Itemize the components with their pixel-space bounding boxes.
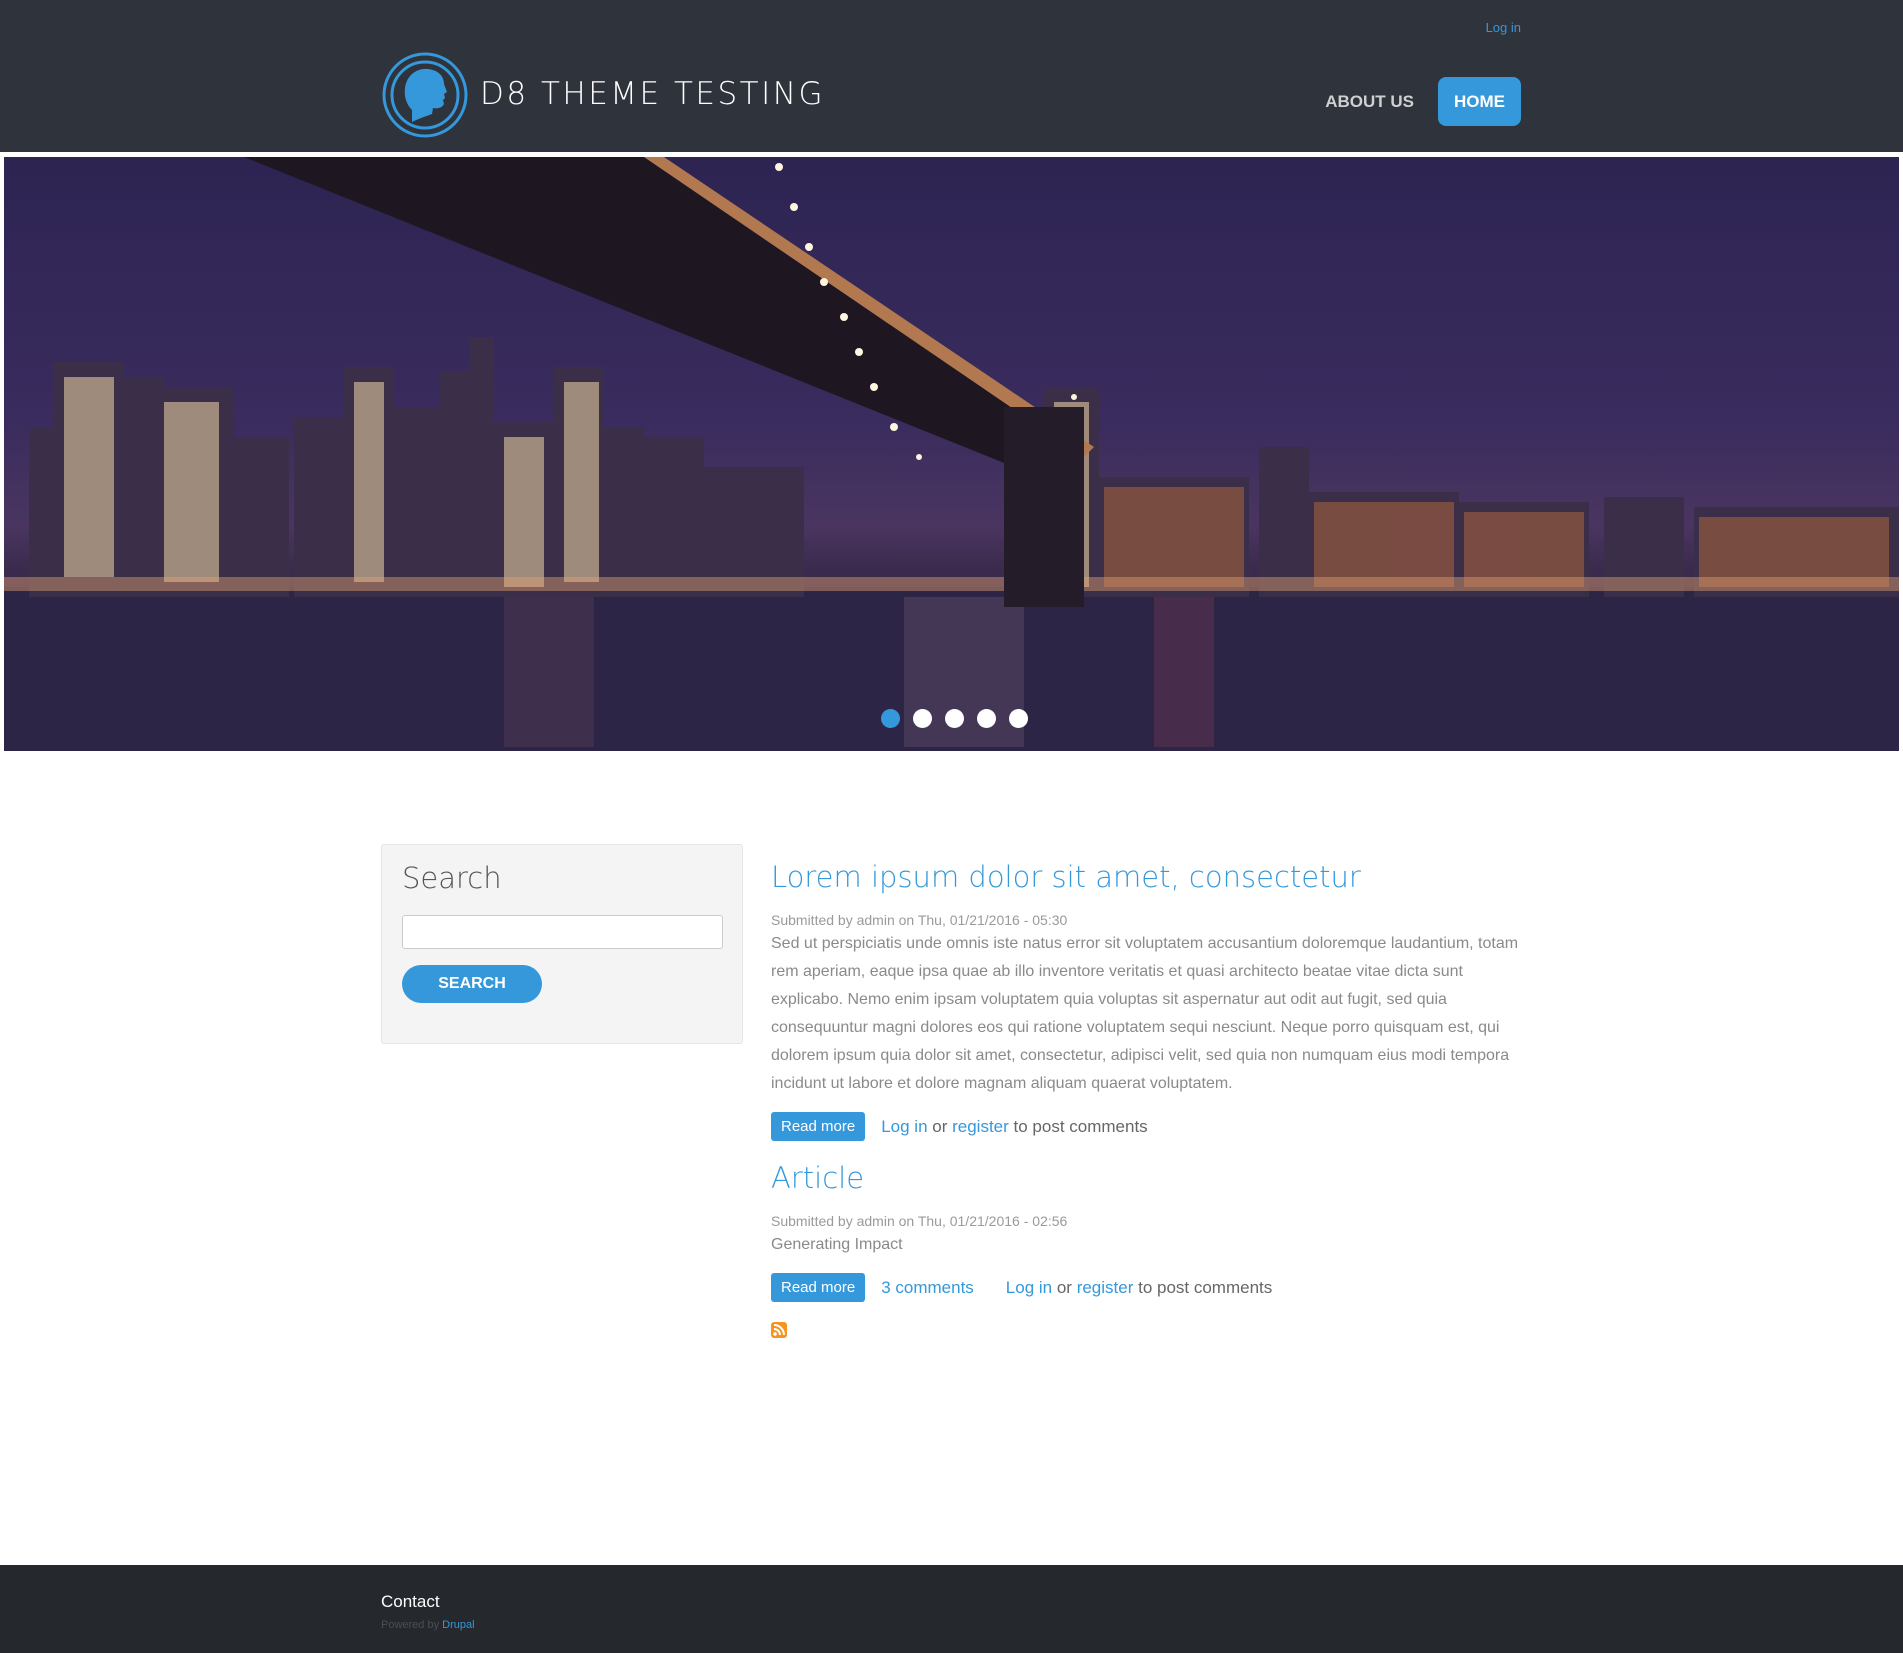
site-footer: Contact Powered by Drupal — [0, 1565, 1903, 1653]
slider-dot-4[interactable] — [976, 709, 996, 728]
read-more-button[interactable]: Read more — [771, 1273, 866, 1302]
article-meta: Submitted by admin on Thu, 01/21/2016 - … — [771, 912, 1068, 928]
slide-image — [4, 157, 1899, 751]
main-nav: ABOUT US HOME — [1301, 77, 1521, 126]
footer-contact-link[interactable]: Contact — [381, 1592, 440, 1612]
slider-pager — [4, 709, 1899, 728]
main-content: Lorem ipsum dolor sit amet, consectetur … — [771, 860, 1526, 1343]
nav-home[interactable]: HOME — [1438, 77, 1521, 126]
top-login-link[interactable]: Log in — [1486, 20, 1521, 35]
login-link[interactable]: Log in — [881, 1117, 927, 1137]
slider-dot-2[interactable] — [912, 709, 932, 728]
article-body: Generating Impact — [771, 1236, 903, 1253]
article-title[interactable]: Lorem ipsum dolor sit amet, consectetur — [771, 860, 1526, 894]
slider-dot-1[interactable] — [880, 709, 900, 728]
site-name[interactable]: D8 THEME TESTING — [480, 76, 825, 112]
register-link[interactable]: register — [952, 1117, 1009, 1137]
head-profile-logo-icon[interactable] — [382, 52, 468, 138]
register-link[interactable]: register — [1077, 1278, 1134, 1298]
hero-slider — [4, 157, 1899, 751]
powered-by-text: Powered by — [381, 1619, 443, 1631]
post-comments-text: to post comments — [1008, 1116, 1148, 1136]
powered-by: Powered by Drupal — [381, 1619, 475, 1631]
read-more-button[interactable]: Read more — [771, 1112, 866, 1141]
comments-link[interactable]: 3 comments — [881, 1278, 974, 1298]
article-links: Read more 3 comments Log in or register … — [771, 1273, 1526, 1302]
article-teaser: Lorem ipsum dolor sit amet, consectetur … — [771, 860, 1526, 1141]
site-header: Log in D8 THEME TESTING ABOUT US HOME — [0, 0, 1903, 152]
search-input[interactable] — [402, 915, 723, 949]
search-block: Search SEARCH — [381, 844, 743, 1044]
drupal-link[interactable]: Drupal — [442, 1619, 474, 1631]
article-body: Sed ut perspiciatis unde omnis iste natu… — [771, 935, 1519, 1092]
search-block-title: Search — [402, 861, 502, 895]
nav-about-us[interactable]: ABOUT US — [1301, 77, 1438, 126]
or-text: or — [927, 1116, 953, 1136]
post-comments-text: to post comments — [1133, 1277, 1273, 1297]
article-teaser: Article Submitted by admin on Thu, 01/21… — [771, 1161, 1526, 1302]
search-button[interactable]: SEARCH — [402, 965, 542, 1003]
login-link[interactable]: Log in — [1006, 1278, 1052, 1298]
article-meta: Submitted by admin on Thu, 01/21/2016 - … — [771, 1213, 1068, 1229]
slider-dot-3[interactable] — [944, 709, 964, 728]
slider-dot-5[interactable] — [1008, 709, 1028, 728]
rss-feed-icon[interactable] — [771, 1322, 787, 1338]
or-text: or — [1052, 1277, 1077, 1297]
article-title[interactable]: Article — [771, 1161, 1526, 1195]
article-links: Read more Log in or register to post com… — [771, 1112, 1526, 1141]
